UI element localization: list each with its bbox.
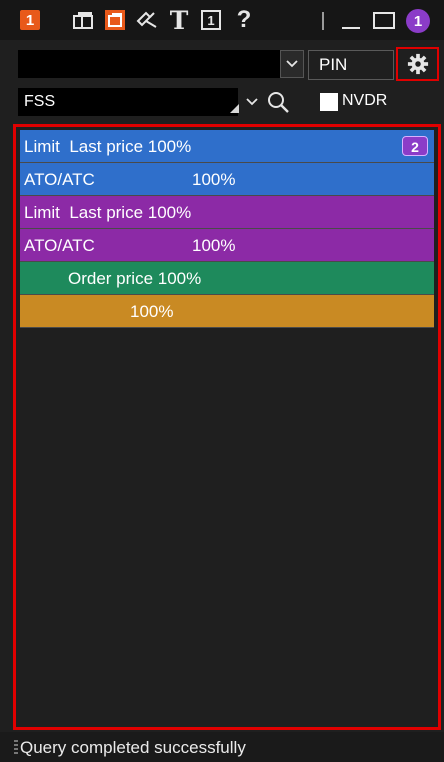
chevron-down-icon: [286, 60, 298, 68]
search-icon: [268, 92, 289, 113]
order-list: Limit Last price 100% 2 ATO/ATC 100% Lim…: [20, 130, 434, 328]
nvdr-checkbox[interactable]: [320, 93, 338, 111]
order-percent: 100%: [192, 170, 236, 189]
order-label: ATO/ATC: [24, 170, 95, 189]
order-label: Limit Last price 100%: [24, 203, 192, 222]
order-list-panel: Limit Last price 100% 2 ATO/ATC 100% Lim…: [13, 124, 441, 730]
order-percent: 100%: [192, 236, 236, 255]
svg-text:1: 1: [207, 13, 214, 28]
status-message: Query completed successfully: [20, 738, 246, 757]
order-row[interactable]: Limit Last price 100%: [20, 196, 434, 229]
search-button[interactable]: [266, 90, 290, 119]
title-bar: 1 T 1 ? 1: [0, 0, 444, 40]
grip-icon: [14, 740, 18, 756]
order-row[interactable]: 100%: [20, 295, 434, 328]
chevron-down-icon: [246, 98, 258, 106]
pin-tool-icon[interactable]: [134, 8, 160, 32]
gear-icon: [407, 53, 428, 75]
maximize-icon[interactable]: [372, 8, 396, 32]
notification-badge[interactable]: 1: [406, 9, 430, 33]
count-badge: 2: [402, 136, 428, 156]
new-window-icon[interactable]: [104, 8, 126, 32]
order-label: Limit Last price 100%: [24, 137, 192, 156]
account-dropdown-button[interactable]: [240, 88, 264, 116]
order-row[interactable]: ATO/ATC 100%: [20, 229, 434, 262]
help-icon[interactable]: ?: [236, 6, 252, 33]
boxed-one-icon[interactable]: 1: [200, 8, 222, 32]
text-icon[interactable]: T: [168, 6, 190, 35]
resize-corner-icon: [230, 104, 239, 113]
order-percent: 100%: [130, 302, 174, 321]
settings-button[interactable]: [396, 47, 439, 81]
nvdr-label: NVDR: [342, 92, 388, 109]
minimize-icon[interactable]: [340, 8, 362, 32]
account-input[interactable]: FSS: [18, 88, 238, 116]
status-bar: Query completed successfully: [0, 732, 444, 762]
account-row: FSS NVDR: [0, 84, 444, 120]
pin-field[interactable]: PIN: [308, 50, 394, 80]
symbol-row: PIN: [0, 44, 444, 84]
order-row[interactable]: Order price 100%: [20, 262, 434, 295]
restore-window-icon[interactable]: [72, 8, 94, 32]
order-row[interactable]: Limit Last price 100% 2: [20, 130, 434, 163]
order-label: Order price 100%: [68, 269, 202, 288]
title-separator: [322, 12, 324, 30]
order-label: ATO/ATC: [24, 236, 95, 255]
symbol-input[interactable]: [18, 50, 280, 78]
symbol-dropdown-button[interactable]: [280, 50, 304, 78]
order-row[interactable]: ATO/ATC 100%: [20, 163, 434, 196]
window-number-badge[interactable]: 1: [20, 10, 40, 30]
